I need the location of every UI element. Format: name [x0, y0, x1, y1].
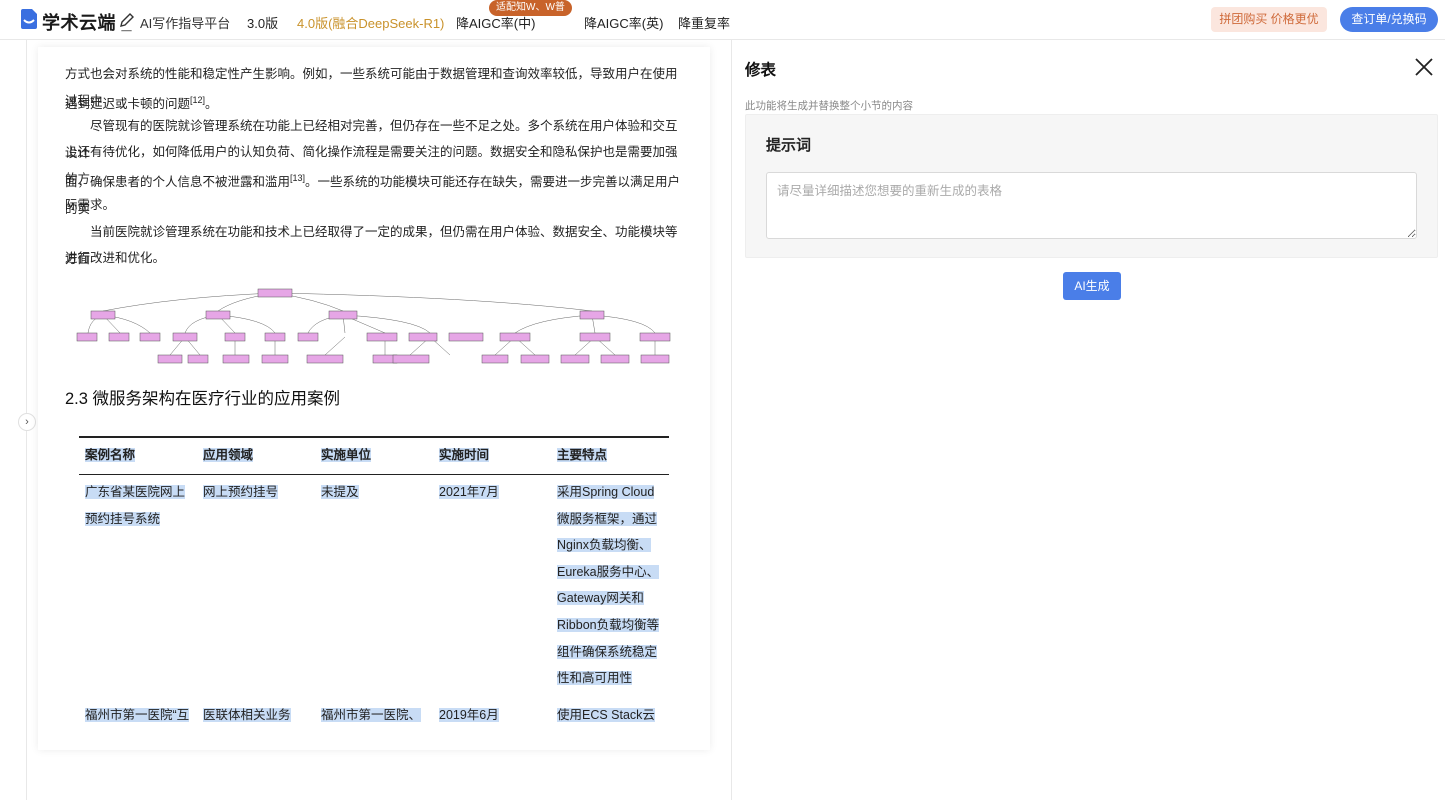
table-header-cell[interactable]: 主要特点 — [557, 442, 662, 469]
nav-reduce-aigc-en[interactable]: 降AIGC率(英) — [584, 13, 663, 32]
prompt-label: 提示词 — [766, 137, 812, 154]
ai-generate-button[interactable]: AI生成 — [1063, 272, 1121, 300]
table-cell[interactable]: 广东省某医院网上预约挂号系统 — [85, 479, 190, 532]
table-cell[interactable]: 福州市第一医院、 — [321, 702, 431, 729]
nav-version-3[interactable]: 3.0版 — [247, 13, 278, 32]
table-cell[interactable]: 2019年6月 — [439, 702, 549, 729]
table-header-rule — [79, 474, 669, 475]
table-cell[interactable]: 未提及 — [321, 479, 426, 506]
adapt-badge: 适配知W、W普 — [489, 0, 572, 16]
paragraph-line: 进行改进和优化。 — [65, 251, 166, 265]
top-header: 学术云端 _ AI写作指导平台 3.0版 4.0版(融合DeepSeek-R1)… — [0, 0, 1445, 40]
citation-ref[interactable]: [13] — [290, 173, 305, 183]
table-header-cell[interactable]: 实施时间 — [439, 442, 544, 469]
citation-ref[interactable]: [12] — [190, 95, 205, 105]
table-cell[interactable]: 福州市第一医院“互 — [85, 702, 195, 729]
panel-description: 此功能将生成并替换整个小节的内容 — [745, 100, 913, 112]
table-cell[interactable]: 2021年7月 — [439, 479, 544, 506]
table-cell[interactable]: 采用Spring Cloud微服务框架，通过Nginx负载均衡、Eureka服务… — [557, 479, 662, 692]
table-cell[interactable]: 网上预约挂号 — [203, 479, 308, 506]
document-page: 方式也会对系统的性能和稳定性产生影响。例如，一些系统可能由于数据管理和查询效率较… — [38, 47, 710, 750]
table-top-rule — [79, 436, 669, 438]
panel-title: 修表 — [745, 62, 777, 79]
table-header-cell[interactable]: 实施单位 — [321, 442, 426, 469]
prompt-textarea[interactable] — [766, 172, 1417, 239]
paragraph-line: 际需求。 — [65, 198, 116, 212]
order-lookup-button[interactable]: 查订单/兑换码 — [1340, 7, 1438, 32]
close-icon[interactable] — [1414, 57, 1434, 77]
expand-sidebar-chevron-icon[interactable]: › — [18, 413, 36, 431]
group-buy-button[interactable]: 拼团购买 价格更优 — [1211, 7, 1327, 32]
table-cell[interactable]: 使用ECS Stack云 — [557, 702, 667, 729]
table-header-cell[interactable]: 案例名称 — [85, 442, 190, 469]
edit-pen-icon[interactable] — [119, 12, 135, 28]
module-tree-diagram[interactable] — [75, 287, 675, 367]
section-heading: 2.3 微服务架构在医疗行业的应用案例 — [65, 390, 341, 408]
table-cell[interactable]: 医联体相关业务 — [203, 702, 313, 729]
table-header-cell[interactable]: 应用领域 — [203, 442, 308, 469]
nav-version-4[interactable]: 4.0版(融合DeepSeek-R1) — [297, 13, 444, 32]
brand-logo-icon — [21, 9, 37, 29]
platform-subtitle: AI写作指导平台 — [140, 16, 231, 31]
nav-reduce-duplication[interactable]: 降重复率 — [678, 13, 730, 32]
panel-divider — [731, 40, 732, 800]
